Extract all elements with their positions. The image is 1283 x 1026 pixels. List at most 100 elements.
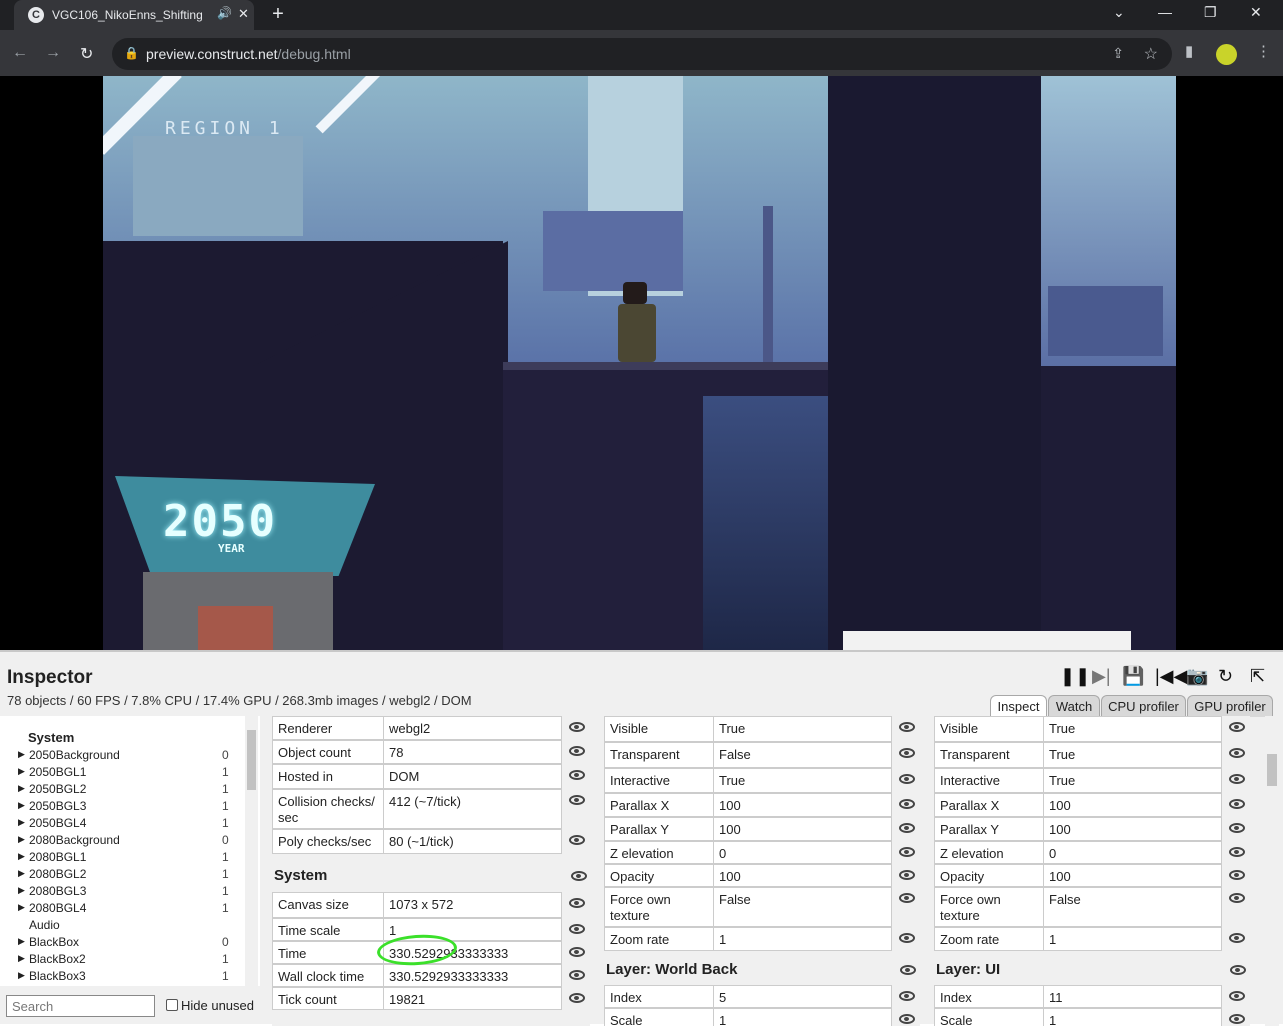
expand-triangle-icon[interactable]: ▶ (18, 834, 25, 845)
watch-eye-icon[interactable] (1229, 799, 1245, 809)
property-value[interactable]: 100 (1049, 869, 1071, 884)
tree-item[interactable]: ▶ BlackBox3 1 (0, 968, 258, 985)
property-value[interactable]: 100 (1049, 822, 1071, 837)
watch-eye-icon[interactable] (569, 835, 585, 845)
property-value[interactable]: 78 (389, 745, 403, 760)
tree-item[interactable]: ▶ 2050BGL4 1 (0, 815, 258, 832)
watch-eye-icon[interactable] (899, 722, 915, 732)
search-input[interactable]: Search (6, 995, 155, 1017)
tree-scroll-thumb[interactable] (247, 730, 256, 790)
property-value[interactable]: 100 (719, 869, 741, 884)
tree-item[interactable]: ▶ BlackBox2 1 (0, 951, 258, 968)
property-value[interactable]: True (719, 773, 745, 788)
watch-eye-icon[interactable] (899, 870, 915, 880)
property-value[interactable]: True (1049, 721, 1075, 736)
minimize-icon[interactable]: — (1158, 4, 1172, 20)
profile-avatar[interactable] (1216, 44, 1237, 65)
watch-eye-icon[interactable] (899, 933, 915, 943)
watch-eye-icon[interactable] (569, 795, 585, 805)
tree-item[interactable]: ▶ 2080BGL2 1 (0, 866, 258, 883)
watch-eye-icon[interactable] (1229, 933, 1245, 943)
watch-eye-icon[interactable] (1229, 823, 1245, 833)
watch-eye-icon[interactable] (571, 871, 587, 881)
watch-eye-icon[interactable] (1230, 965, 1246, 975)
tree-item[interactable]: ▶ BlackBox 0 (0, 934, 258, 951)
watch-eye-icon[interactable] (569, 770, 585, 780)
more-menu-icon[interactable]: ⋮ (1256, 42, 1271, 60)
tree-item[interactable]: ▶ 2080BGL1 1 (0, 849, 258, 866)
property-value[interactable]: 330.5292933333333 (389, 969, 508, 984)
rewind-icon[interactable]: |◀◀ (1155, 666, 1187, 687)
expand-triangle-icon[interactable]: ▶ (18, 868, 25, 879)
property-value[interactable]: 19821 (389, 992, 425, 1007)
property-value[interactable]: False (719, 892, 751, 907)
expand-triangle-icon[interactable]: ▶ (18, 766, 25, 777)
window-close-icon[interactable]: ✕ (1250, 4, 1262, 21)
expand-triangle-icon[interactable]: ▶ (18, 783, 25, 794)
expand-triangle-icon[interactable]: ▶ (18, 936, 25, 947)
tree-header[interactable]: System (28, 730, 74, 745)
property-value[interactable]: False (719, 747, 751, 762)
property-value[interactable]: False (1049, 892, 1081, 907)
properties-scroll-thumb[interactable] (1267, 754, 1277, 786)
property-value[interactable]: 1073 x 572 (389, 897, 453, 912)
watch-eye-icon[interactable] (1229, 870, 1245, 880)
tab-inspect[interactable]: Inspect (990, 695, 1047, 717)
property-value[interactable]: 100 (719, 798, 741, 813)
watch-eye-icon[interactable] (899, 847, 915, 857)
watch-eye-icon[interactable] (1229, 847, 1245, 857)
pause-icon[interactable]: ❚❚ (1060, 666, 1090, 687)
tree-item[interactable]: ▶ 2050BGL1 1 (0, 764, 258, 781)
watch-eye-icon[interactable] (569, 970, 585, 980)
tree-item[interactable]: ▶ 2080BGL3 1 (0, 883, 258, 900)
hide-unused-checkbox[interactable] (166, 999, 178, 1011)
property-value[interactable]: 1 (389, 923, 396, 938)
save-icon[interactable]: 💾 (1122, 666, 1144, 687)
browser-tab[interactable]: C VGC106_NikoEnns_Shifting 🔊 ✕ (14, 0, 254, 30)
property-value[interactable]: 100 (719, 822, 741, 837)
tree-item[interactable]: ▶ 2080BGL4 1 (0, 900, 258, 917)
property-value[interactable]: True (719, 721, 745, 736)
tab-watch[interactable]: Watch (1048, 695, 1100, 717)
watch-eye-icon[interactable] (569, 924, 585, 934)
expand-triangle-icon[interactable]: ▶ (18, 902, 25, 913)
object-tree[interactable]: System ▶ 2050Background 0 ▶ 2050BGL1 1 ▶ 2050BG… (0, 716, 260, 986)
property-value[interactable]: 412 (~7/tick) (389, 794, 461, 809)
restore-icon[interactable]: ❐ (1204, 4, 1217, 21)
property-value[interactable]: 0 (1049, 846, 1056, 861)
property-value[interactable]: 0 (719, 846, 726, 861)
properties-scrollbar[interactable] (1265, 716, 1279, 1026)
watch-eye-icon[interactable] (899, 893, 915, 903)
property-value[interactable]: 5 (719, 990, 726, 1005)
share-icon[interactable]: ⇪ (1112, 45, 1124, 62)
popout-icon[interactable]: ⇱ (1250, 666, 1265, 687)
expand-triangle-icon[interactable]: ▶ (18, 851, 25, 862)
property-value[interactable]: 11 (1049, 990, 1063, 1005)
watch-eye-icon[interactable] (569, 746, 585, 756)
property-value[interactable]: 80 (~1/tick) (389, 834, 454, 849)
tree-item[interactable]: ▶ 2080Background 0 (0, 832, 258, 849)
watch-eye-icon[interactable] (569, 993, 585, 1003)
reload-icon[interactable]: ↻ (80, 44, 93, 64)
tab-cpu-profiler[interactable]: CPU profiler (1101, 695, 1186, 717)
url-text[interactable]: preview.construct.net/debug.html (146, 46, 351, 62)
tab-search-chevron-icon[interactable]: ⌄ (1113, 4, 1125, 21)
watch-eye-icon[interactable] (569, 898, 585, 908)
game-canvas[interactable]: REGION 1 2050 YEAR (103, 76, 1176, 650)
watch-eye-icon[interactable] (899, 774, 915, 784)
side-panel-icon[interactable]: ▮ (1185, 42, 1193, 60)
property-value[interactable]: 1 (719, 932, 726, 947)
property-value[interactable]: DOM (389, 769, 419, 784)
watch-eye-icon[interactable] (1229, 893, 1245, 903)
property-value[interactable]: 1 (1049, 932, 1056, 947)
watch-eye-icon[interactable] (1229, 1014, 1245, 1024)
watch-eye-icon[interactable] (569, 947, 585, 957)
tree-scrollbar[interactable] (245, 716, 258, 986)
watch-eye-icon[interactable] (1229, 748, 1245, 758)
restart-icon[interactable]: ↻ (1218, 666, 1233, 687)
watch-eye-icon[interactable] (899, 748, 915, 758)
watch-eye-icon[interactable] (899, 1014, 915, 1024)
expand-triangle-icon[interactable]: ▶ (18, 953, 25, 964)
tree-item[interactable]: ▶ 2050Background 0 (0, 747, 258, 764)
tree-item[interactable]: Audio (0, 917, 258, 934)
